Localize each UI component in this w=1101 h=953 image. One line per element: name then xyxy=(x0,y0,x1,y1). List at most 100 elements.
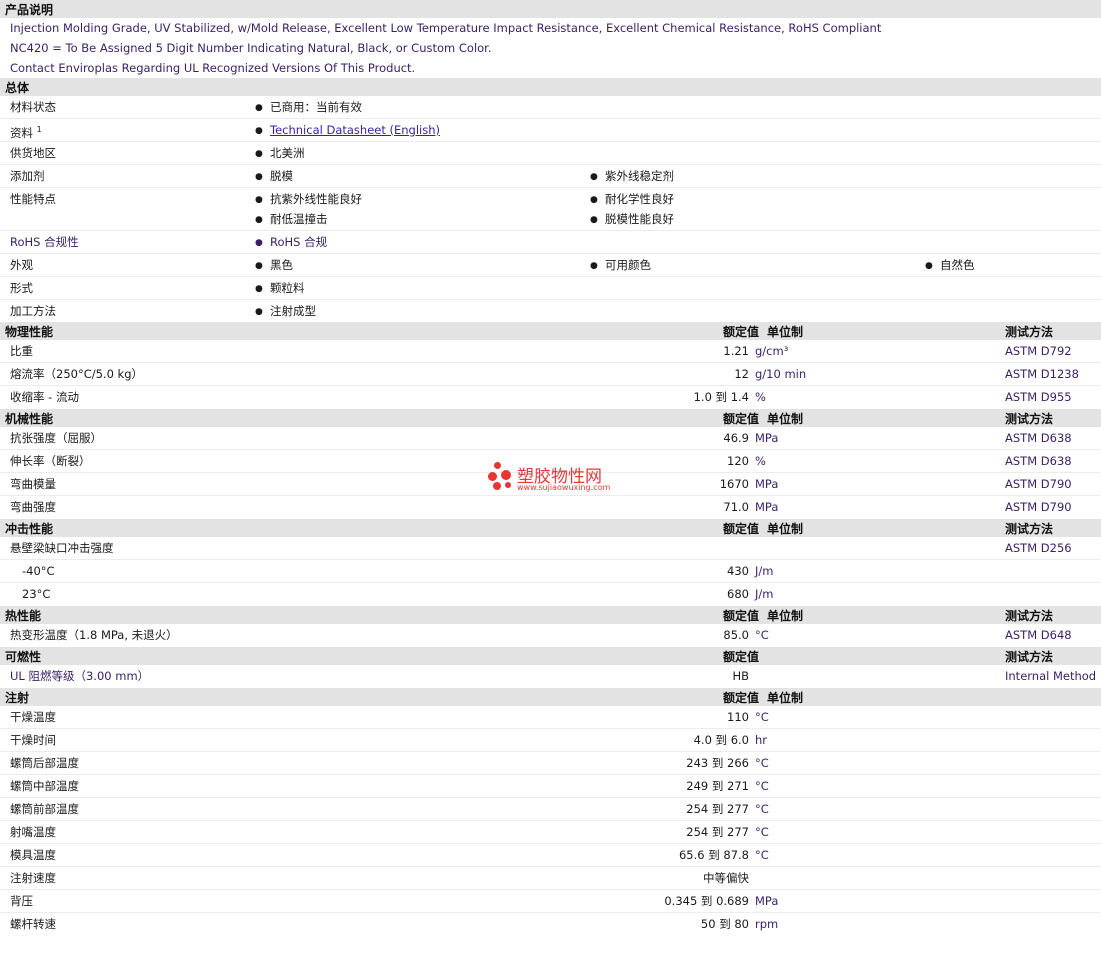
general-row-region: 供货地区 北美洲 xyxy=(0,142,1101,165)
property-name: 螺筒前部温度 xyxy=(10,802,79,816)
property-unit: °C xyxy=(755,710,769,724)
property-name: 干燥温度 xyxy=(10,710,56,724)
column-header-unit: 单位制 xyxy=(767,411,804,426)
row-label: 材料状态 xyxy=(10,100,56,114)
section-title: 冲击性能 xyxy=(5,521,54,536)
property-name: 注射速度 xyxy=(10,871,56,885)
column-header-unit: 单位制 xyxy=(767,324,804,339)
property-value: 中等偏快 xyxy=(703,871,749,885)
row-label: 性能特点 xyxy=(10,192,56,206)
property-unit: hr xyxy=(755,733,768,747)
section-title: 产品说明 xyxy=(5,2,54,17)
column-header-unit: 单位制 xyxy=(767,521,804,536)
logo-dot xyxy=(488,472,497,481)
table-row: -40°C 430 J/m xyxy=(0,560,1101,583)
property-unit: J/m xyxy=(755,587,774,601)
process-value: 注射成型 xyxy=(255,300,316,323)
property-value: 4.0 到 6.0 xyxy=(693,733,749,747)
table-row: 背压 0.345 到 0.689 MPa xyxy=(0,890,1101,913)
description-line: NC420 = To Be Assigned 5 Digit Number In… xyxy=(10,41,492,55)
property-value: 85.0 xyxy=(723,628,749,642)
row-label: RoHS 合规性 xyxy=(10,235,79,249)
property-unit: °C xyxy=(755,628,769,642)
property-name: 伸长率（断裂） xyxy=(10,454,91,468)
column-header-value: 额定值 xyxy=(722,324,759,339)
table-row: UL 阻燃等级（3.00 mm） HB Internal Method xyxy=(0,665,1101,688)
test-method: ASTM D638 xyxy=(1005,454,1072,468)
section-title: 注射 xyxy=(5,690,30,705)
column-header-value: 额定值 xyxy=(722,690,759,705)
property-value: 249 到 271 xyxy=(686,779,749,793)
test-method: ASTM D790 xyxy=(1005,500,1072,514)
section-title: 热性能 xyxy=(5,608,42,623)
description-line: Contact Enviroplas Regarding UL Recogniz… xyxy=(10,61,416,75)
table-row: 模具温度 65.6 到 87.8 °C xyxy=(0,844,1101,867)
column-header-method: 测试方法 xyxy=(1005,324,1054,339)
section-header-general: 总体 xyxy=(0,78,1101,96)
property-unit: °C xyxy=(755,802,769,816)
table-row: 热变形温度（1.8 MPa, 未退火） 85.0 °C ASTM D648 xyxy=(0,624,1101,647)
section-title: 物理性能 xyxy=(5,324,54,339)
section-header-mechanical: 机械性能 额定值 单位制 测试方法 xyxy=(0,409,1101,427)
property-unit: J/m xyxy=(755,564,774,578)
watermark-url: www.sujiaowuxing.com xyxy=(517,483,611,492)
property-unit: MPa xyxy=(755,431,779,445)
section-title: 总体 xyxy=(5,80,30,95)
general-row-status: 材料状态 已商用：当前有效 xyxy=(0,96,1101,119)
test-method: ASTM D1238 xyxy=(1005,367,1079,381)
datasheet-link[interactable]: Technical Datasheet (English) xyxy=(270,123,440,137)
table-row: 悬壁梁缺口冲击强度 ASTM D256 xyxy=(0,537,1101,560)
additive-value: 紫外线稳定剂 xyxy=(590,165,674,188)
property-unit: MPa xyxy=(755,500,779,514)
region-value: 北美洲 xyxy=(255,142,305,165)
row-label: 供货地区 xyxy=(10,146,56,160)
docs-label: 资料 xyxy=(10,125,33,140)
status-value: 已商用：当前有效 xyxy=(255,96,362,119)
condition-name: -40°C xyxy=(22,564,55,578)
property-name: 螺筒中部温度 xyxy=(10,779,79,793)
property-value: HB xyxy=(732,669,749,683)
property-name: 悬壁梁缺口冲击强度 xyxy=(10,541,114,555)
table-row: 干燥时间 4.0 到 6.0 hr xyxy=(0,729,1101,752)
test-method: ASTM D648 xyxy=(1005,628,1072,642)
property-name: 弯曲强度 xyxy=(10,500,56,514)
test-method: ASTM D256 xyxy=(1005,541,1072,555)
row-label: 资料 1 xyxy=(10,119,42,144)
appearance-value: 黑色 xyxy=(255,254,293,277)
table-row: 熔流率（250°C/5.0 kg） 12 g/10 min ASTM D1238 xyxy=(0,363,1101,386)
table-row: 螺筒前部温度 254 到 277 °C xyxy=(0,798,1101,821)
property-name: 热变形温度（1.8 MPa, 未退火） xyxy=(10,628,178,642)
property-name: 射嘴温度 xyxy=(10,825,56,839)
property-value: 50 到 80 xyxy=(700,917,749,931)
table-row: 注射速度 中等偏快 xyxy=(0,867,1101,890)
property-unit: g/cm³ xyxy=(755,344,789,358)
property-name: 弯曲模量 xyxy=(10,477,56,491)
general-row-rohs: RoHS 合规性 RoHS 合规 xyxy=(0,231,1101,254)
property-unit: °C xyxy=(755,825,769,839)
property-value: 120 xyxy=(727,454,749,468)
test-method: ASTM D792 xyxy=(1005,344,1072,358)
description-block: Injection Molding Grade, UV Stabilized, … xyxy=(0,18,1101,78)
property-unit: g/10 min xyxy=(755,367,807,381)
section-header-flammability: 可燃性 额定值 测试方法 xyxy=(0,647,1101,665)
property-value: 1.21 xyxy=(723,344,749,358)
property-value: 71.0 xyxy=(723,500,749,514)
table-row: 螺筒中部温度 249 到 271 °C xyxy=(0,775,1101,798)
property-value: 110 xyxy=(727,710,749,724)
docs-item: Technical Datasheet (English) xyxy=(255,119,440,142)
section-header-impact: 冲击性能 额定值 单位制 测试方法 xyxy=(0,519,1101,537)
column-header-value: 额定值 xyxy=(722,411,759,426)
test-method: ASTM D638 xyxy=(1005,431,1072,445)
row-label: 形式 xyxy=(10,281,33,295)
property-value: 430 xyxy=(727,564,749,578)
property-value: 680 xyxy=(727,587,749,601)
column-header-method: 测试方法 xyxy=(1005,411,1054,426)
column-header-value: 额定值 xyxy=(722,608,759,623)
general-row-features: 性能特点 抗紫外线性能良好 耐化学性良好 耐低温撞击 脱模性能良好 xyxy=(0,188,1101,231)
appearance-value: 可用颜色 xyxy=(590,254,651,277)
property-value: 46.9 xyxy=(723,431,749,445)
form-value: 颗粒料 xyxy=(255,277,305,300)
property-name: 比重 xyxy=(10,344,33,358)
property-unit: °C xyxy=(755,756,769,770)
property-name: 熔流率（250°C/5.0 kg） xyxy=(10,367,144,381)
